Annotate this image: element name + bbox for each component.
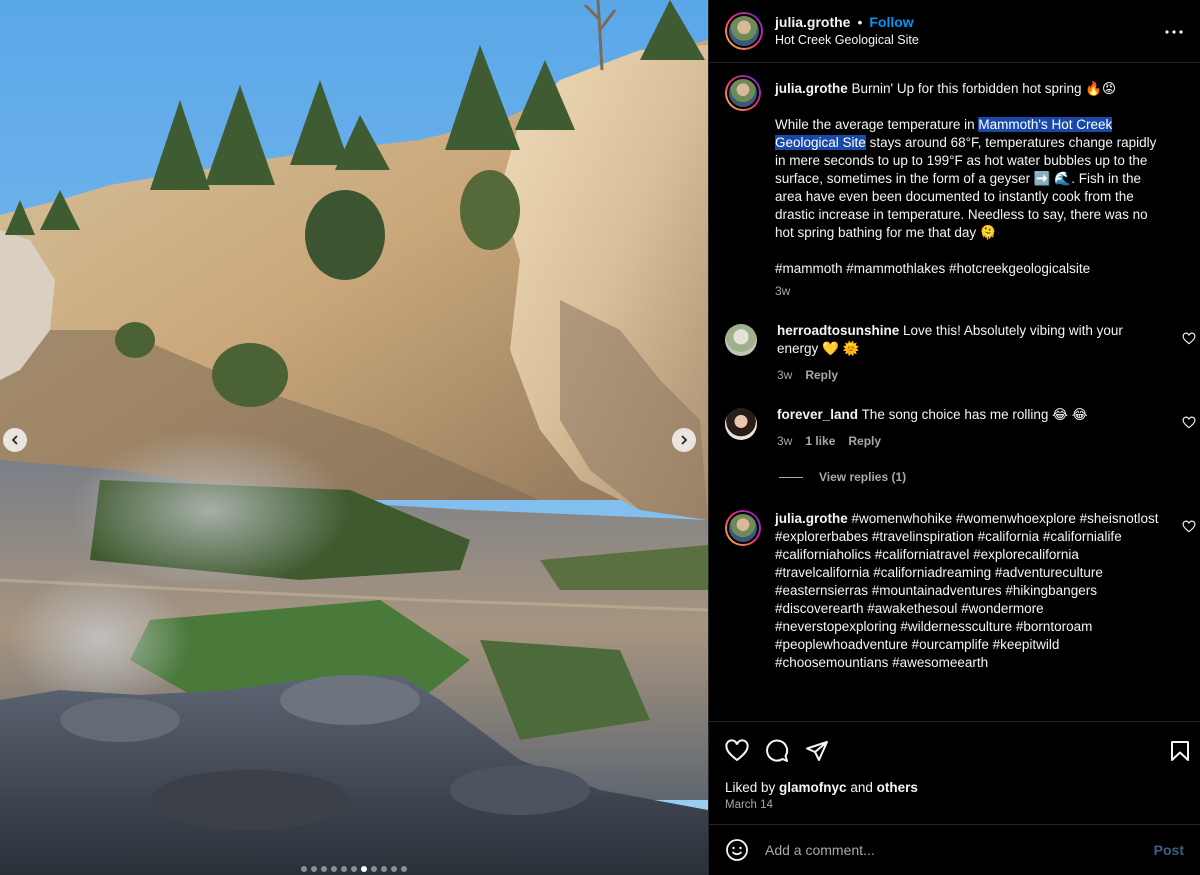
liked-by-mid: and [846, 780, 877, 795]
author-avatar[interactable] [725, 12, 763, 50]
liked-by-user[interactable]: glamofnyc [779, 780, 847, 795]
comment-bubble-icon [766, 739, 789, 762]
previous-slide-button[interactable] [3, 428, 27, 452]
comment-text: The song choice has me rolling 😂 😂 [861, 407, 1088, 422]
instagram-post: julia.grothe • Follow Hot Creek Geologic… [0, 0, 1200, 875]
heart-icon[interactable] [1182, 332, 1196, 346]
smiley-icon[interactable] [725, 838, 749, 862]
carousel-dot [351, 866, 357, 872]
commenter-avatar[interactable] [725, 324, 757, 356]
post-comment-button[interactable]: Post [1154, 842, 1184, 858]
like-button[interactable] [725, 738, 749, 763]
chevron-right-icon [681, 435, 688, 445]
carousel-dot [321, 866, 327, 872]
commenter-avatar[interactable] [725, 408, 757, 440]
add-comment-bar: Post [709, 824, 1200, 875]
more-horizontal-icon [1165, 30, 1183, 34]
comment-input[interactable] [765, 842, 1154, 858]
caption-hashtags[interactable]: #mammoth #mammothlakes #hotcreekgeologic… [775, 260, 1161, 278]
comments-list[interactable]: julia.grothe Burnin' Up for this forbidd… [709, 63, 1200, 721]
likes-summary: Liked by glamofnyc and others March 14 [709, 779, 1200, 824]
carousel-dot [381, 866, 387, 872]
hashtag-comment-text[interactable]: #womenwhohike #womenwhoexplore #sheisnot… [775, 511, 1158, 670]
carousel-dot [301, 866, 307, 872]
author-avatar[interactable] [725, 75, 761, 111]
comment-time: 3w [777, 434, 793, 448]
post-media[interactable] [0, 0, 708, 875]
comment-item: herroadtosunshine Love this! Absolutely … [725, 322, 1196, 384]
follow-button[interactable]: Follow [869, 13, 913, 31]
carousel-dot [341, 866, 347, 872]
hot-creek-photo [0, 0, 708, 875]
comment-item: julia.grothe #womenwhohike #womenwhoexpl… [725, 510, 1196, 672]
carousel-indicator [0, 866, 708, 872]
heart-icon[interactable] [1182, 416, 1196, 430]
chevron-left-icon [11, 435, 18, 445]
divider-line [779, 476, 803, 478]
carousel-dot [361, 866, 367, 872]
comment-likes[interactable]: 1 like [805, 432, 835, 450]
comment-username[interactable]: forever_land [777, 407, 858, 422]
carousel-dot [401, 866, 407, 872]
share-button[interactable] [805, 739, 829, 763]
caption-headline: Burnin' Up for this forbidden hot spring… [851, 81, 1117, 96]
caption-body-start: While the average temperature in [775, 117, 979, 132]
caption-username[interactable]: julia.grothe [775, 81, 848, 96]
reply-button[interactable]: Reply [848, 432, 881, 450]
caption: julia.grothe Burnin' Up for this forbidd… [725, 75, 1184, 300]
location-link[interactable]: Hot Creek Geological Site [775, 31, 919, 49]
comment-username[interactable]: julia.grothe [775, 511, 848, 526]
carousel-dot [391, 866, 397, 872]
next-slide-button[interactable] [672, 428, 696, 452]
action-bar [709, 721, 1200, 779]
bookmark-icon [1171, 740, 1189, 761]
liked-by-others[interactable]: others [877, 780, 918, 795]
post-header: julia.grothe • Follow Hot Creek Geologic… [709, 0, 1200, 63]
carousel-dot [311, 866, 317, 872]
post-date: March 14 [725, 799, 773, 811]
save-button[interactable] [1168, 739, 1192, 763]
carousel-dot [371, 866, 377, 872]
caption-time: 3w [775, 284, 791, 298]
more-options-button[interactable] [1162, 20, 1186, 44]
post-side-panel: julia.grothe • Follow Hot Creek Geologic… [708, 0, 1200, 875]
heart-icon[interactable] [1182, 520, 1196, 534]
view-replies-label: View replies (1) [819, 470, 907, 484]
comment-username[interactable]: herroadtosunshine [777, 323, 899, 338]
author-username[interactable]: julia.grothe [775, 13, 850, 31]
view-replies-button[interactable]: View replies (1) [779, 470, 1184, 484]
caption-body-end: stays around 68°F, temperatures change r… [775, 135, 1157, 240]
reply-button[interactable]: Reply [805, 366, 838, 384]
author-avatar[interactable] [725, 510, 761, 546]
comment-time: 3w [777, 368, 793, 382]
carousel-dot [331, 866, 337, 872]
heart-icon [725, 738, 749, 761]
comment-item: forever_land The song choice has me roll… [725, 406, 1196, 450]
separator-dot: • [857, 14, 863, 30]
paper-plane-icon [806, 740, 828, 761]
comment-button[interactable] [765, 739, 789, 763]
liked-by-prefix: Liked by [725, 780, 780, 795]
